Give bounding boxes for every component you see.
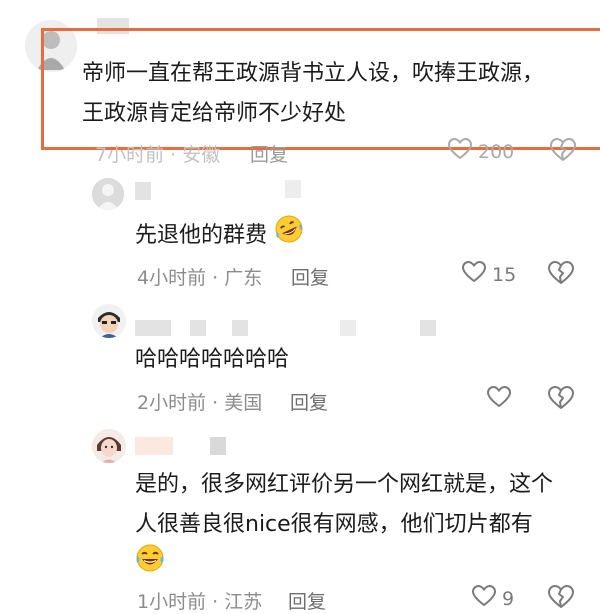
avatar-comment-3[interactable] — [92, 304, 126, 338]
comment-location: 安徽 — [182, 144, 221, 166]
comment-location: 广东 — [224, 267, 263, 289]
reply-button[interactable]: 回复 — [288, 587, 326, 614]
username-blurred — [210, 437, 226, 455]
rolling-on-floor-laughing-icon — [274, 214, 304, 258]
comment-text-line: 帝师一直在帮王政源背书立人设，吹捧王政源， — [82, 61, 545, 86]
comment-meta: 2小时前 · 美国 — [137, 388, 262, 415]
comment-text-line: 人很善良很nice很有网感，他们切片都有 — [135, 512, 533, 537]
tears-of-joy-icon — [135, 543, 165, 587]
username-blurred — [135, 182, 151, 200]
like-button[interactable]: 200 — [447, 137, 515, 165]
avatar-comment-4[interactable] — [92, 429, 126, 463]
comment-location: 江苏 — [224, 591, 263, 613]
like-count: 15 — [492, 263, 517, 286]
broken-heart-icon — [548, 386, 574, 414]
username-blurred — [190, 320, 206, 336]
like-count: 200 — [478, 140, 515, 163]
meta-separator: · — [212, 392, 219, 414]
comment-time: 2小时前 — [137, 392, 207, 414]
broken-heart-icon — [550, 138, 576, 166]
comment-meta: 4小时前 · 广东 — [137, 263, 262, 290]
comment-time: 4小时前 — [137, 267, 207, 289]
reply-button[interactable]: 回复 — [250, 140, 288, 167]
comment-text-line: 是的，很多网红评价另一个网红就是，这个 — [135, 472, 554, 497]
comment-time: 1小时前 — [137, 591, 207, 613]
dislike-button[interactable] — [548, 261, 574, 289]
username-blurred — [285, 180, 301, 198]
meta-separator: · — [170, 144, 177, 166]
dislike-button[interactable] — [550, 138, 576, 166]
dislike-button[interactable] — [548, 386, 574, 414]
broken-heart-icon — [548, 261, 574, 289]
reply-button[interactable]: 回复 — [290, 388, 328, 415]
dislike-button[interactable] — [548, 585, 574, 613]
comment-3: 哈哈哈哈哈哈哈 2小时前 · 美国 回复 — [0, 300, 600, 425]
comment-text-line: 王政源肯定给帝师不少好处 — [82, 101, 347, 126]
comment-location: 美国 — [224, 392, 263, 414]
like-count: 9 — [502, 587, 515, 610]
reply-button[interactable]: 回复 — [291, 263, 329, 290]
username-blurred — [232, 320, 248, 336]
like-button[interactable]: 9 — [471, 584, 515, 612]
username-blurred — [135, 320, 171, 336]
heart-outline-icon — [471, 584, 497, 612]
comment-text: 先退他的群费 — [135, 223, 268, 248]
heart-outline-icon — [486, 385, 512, 413]
comment-text-line: 哈哈哈哈哈哈哈 — [135, 347, 290, 372]
heart-outline-icon — [447, 137, 473, 165]
comment-meta: 7小时前 · 安徽 — [95, 140, 220, 167]
username-blurred — [420, 320, 436, 336]
comment-4: 是的，很多网红评价另一个网红就是，这个 人很善良很nice很有网感，他们切片都有… — [0, 425, 600, 613]
comment-time: 7小时前 — [95, 144, 165, 166]
username-blurred — [135, 437, 173, 455]
heart-outline-icon — [461, 260, 487, 288]
like-button[interactable] — [486, 385, 517, 413]
comment-meta: 1小时前 · 江苏 — [137, 587, 262, 614]
username-blurred — [340, 320, 356, 336]
broken-heart-icon — [548, 585, 574, 613]
comment-1: 帝师一直在帮王政源背书立人设，吹捧王政源， 王政源肯定给帝师不少好处 7小时前 … — [0, 0, 600, 170]
like-button[interactable]: 15 — [461, 260, 517, 288]
meta-separator: · — [212, 267, 219, 289]
meta-separator: · — [212, 591, 219, 613]
comment-2: 先退他的群费 4小时前 · 广东 回复 15 — [0, 170, 600, 300]
comment-text-line: 先退他的群费 — [135, 214, 304, 258]
comment-text-line — [135, 543, 165, 587]
avatar-comment-2[interactable] — [92, 178, 124, 210]
